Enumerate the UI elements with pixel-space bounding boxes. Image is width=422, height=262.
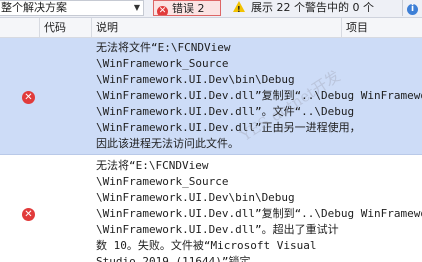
messages-filter-button[interactable]: i: [402, 0, 422, 16]
errors-filter-label: 错误 2: [172, 2, 205, 15]
errors-filter-button[interactable]: ✕ 错误 2: [153, 0, 221, 16]
column-header-description[interactable]: 说明: [92, 18, 342, 37]
warnings-filter-button[interactable]: 展示 22 个警告中的 0 个: [225, 0, 395, 16]
column-header-row: 代码 说明 项目: [0, 18, 422, 38]
column-header-code[interactable]: 代码: [40, 18, 92, 37]
scope-dropdown[interactable]: 整个解决方案 ▼: [0, 0, 144, 16]
column-header-project[interactable]: 项目: [342, 18, 422, 37]
info-icon: i: [407, 4, 418, 15]
error-list-toolbar: 整个解决方案 ▼ ✕ 错误 2 展示 22 个警告中的 0 个 i: [0, 0, 422, 18]
chevron-down-icon: ▼: [133, 3, 140, 12]
scope-dropdown-label: 整个解决方案: [1, 1, 67, 14]
error-description: 无法将“E:\FCNDView \WinFramework_Source \Wi…: [96, 159, 422, 262]
column-header-icon[interactable]: [0, 18, 40, 37]
error-description: 无法将文件“E:\FCNDView \WinFramework_Source \…: [96, 41, 422, 150]
warning-icon: [233, 1, 245, 16]
error-icon: ✕: [22, 91, 35, 104]
warnings-filter-label: 展示 22 个警告中的 0 个: [251, 1, 374, 14]
error-row[interactable]: ✕ 无法将“E:\FCNDView \WinFramework_Source \…: [0, 156, 422, 262]
error-icon: ✕: [157, 6, 168, 16]
error-row[interactable]: ✕ 无法将文件“E:\FCNDView \WinFramework_Source…: [0, 38, 422, 155]
error-icon: ✕: [22, 208, 35, 221]
